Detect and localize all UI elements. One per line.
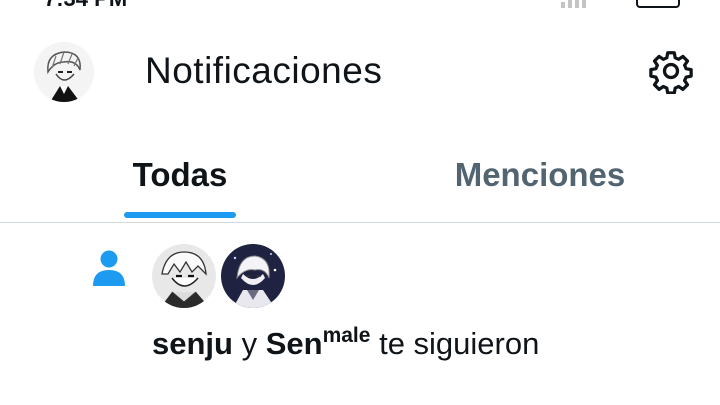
tab-menciones[interactable]: Menciones (360, 140, 720, 222)
avatar-senju-drawing (152, 244, 216, 308)
follower-avatars (152, 244, 285, 308)
tab-todas-label: Todas (132, 156, 228, 193)
person-follow-icon (92, 248, 126, 288)
tab-todas[interactable]: Todas (0, 140, 360, 222)
notification-text: senju y Senmale te siguieron (152, 324, 539, 362)
battery-icon (636, 0, 680, 8)
action-text: te siguieron (379, 326, 540, 361)
page-title: Notificaciones (145, 50, 383, 91)
user-senmale-base: Sen (265, 326, 323, 361)
avatar-senmale-drawing (221, 244, 285, 308)
profile-avatar[interactable] (34, 42, 94, 102)
status-time: 7:34 PM (44, 0, 127, 12)
header: Notificaciones (0, 36, 720, 106)
notification-item[interactable]: senju y Senmale te siguieron (0, 222, 720, 405)
user-senju-name[interactable]: senju (152, 326, 233, 361)
connector-text: y (241, 326, 258, 361)
signal-icon (561, 0, 586, 8)
tab-bar: Todas Menciones (0, 140, 720, 223)
person-icon-shape (93, 250, 125, 286)
gear-icon (649, 51, 693, 95)
follower-avatar-senmale[interactable] (221, 244, 285, 308)
settings-button[interactable] (648, 48, 694, 95)
user-senmale-superscript: male (322, 324, 371, 347)
status-icons (561, 0, 680, 8)
tab-menciones-label: Menciones (454, 156, 626, 193)
active-tab-indicator (124, 212, 236, 218)
follower-avatar-senju[interactable] (152, 244, 216, 308)
wifi-icon (600, 0, 622, 8)
avatar-drawing (34, 42, 94, 102)
user-senmale-name[interactable]: Senmale (265, 324, 371, 361)
status-bar: 7:34 PM (0, 0, 720, 11)
